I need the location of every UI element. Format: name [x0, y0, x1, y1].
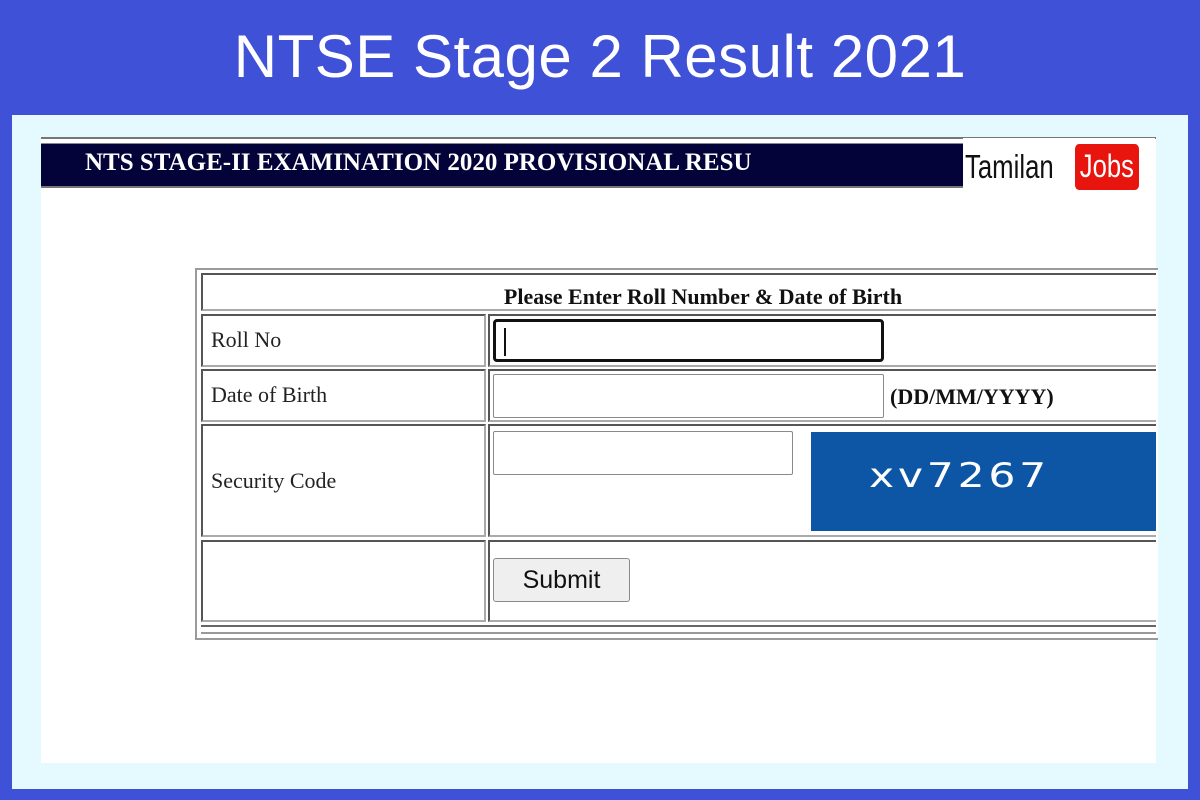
text-caret	[504, 328, 506, 356]
table-bottom-rule	[201, 625, 1156, 634]
logo-text-jobs: Jobs	[1075, 144, 1139, 190]
form-heading-cell: Please Enter Roll Number & Date of Birth	[201, 273, 1156, 311]
security-code-label: Security Code	[211, 468, 337, 493]
submit-label-cell	[201, 540, 486, 622]
dob-input[interactable]	[493, 374, 884, 418]
form-heading: Please Enter Roll Number & Date of Birth	[503, 284, 903, 309]
dob-label-cell: Date of Birth	[201, 369, 486, 422]
security-code-label-cell: Security Code	[201, 424, 486, 537]
exam-header-bar: NTS STAGE-II EXAMINATION 2020 PROVISIONA…	[41, 143, 963, 188]
roll-no-input[interactable]	[493, 319, 884, 362]
captcha-code: xv7267	[869, 456, 1050, 496]
roll-no-label: Roll No	[211, 327, 282, 352]
security-code-input[interactable]	[493, 431, 793, 475]
exam-header-text: NTS STAGE-II EXAMINATION 2020 PROVISIONA…	[85, 149, 752, 176]
logo-text-tamilan: Tamilan	[965, 148, 1054, 185]
submit-button[interactable]: Submit	[493, 558, 630, 602]
banner-title: NTSE Stage 2 Result 2021	[233, 22, 967, 90]
tamilan-jobs-logo: Tamilan Jobs	[963, 138, 1155, 196]
captcha-image: xv7267	[811, 432, 1156, 531]
dob-format-hint: (DD/MM/YYYY)	[890, 384, 1054, 409]
dob-label: Date of Birth	[211, 382, 328, 407]
roll-no-label-cell: Roll No	[201, 314, 486, 367]
